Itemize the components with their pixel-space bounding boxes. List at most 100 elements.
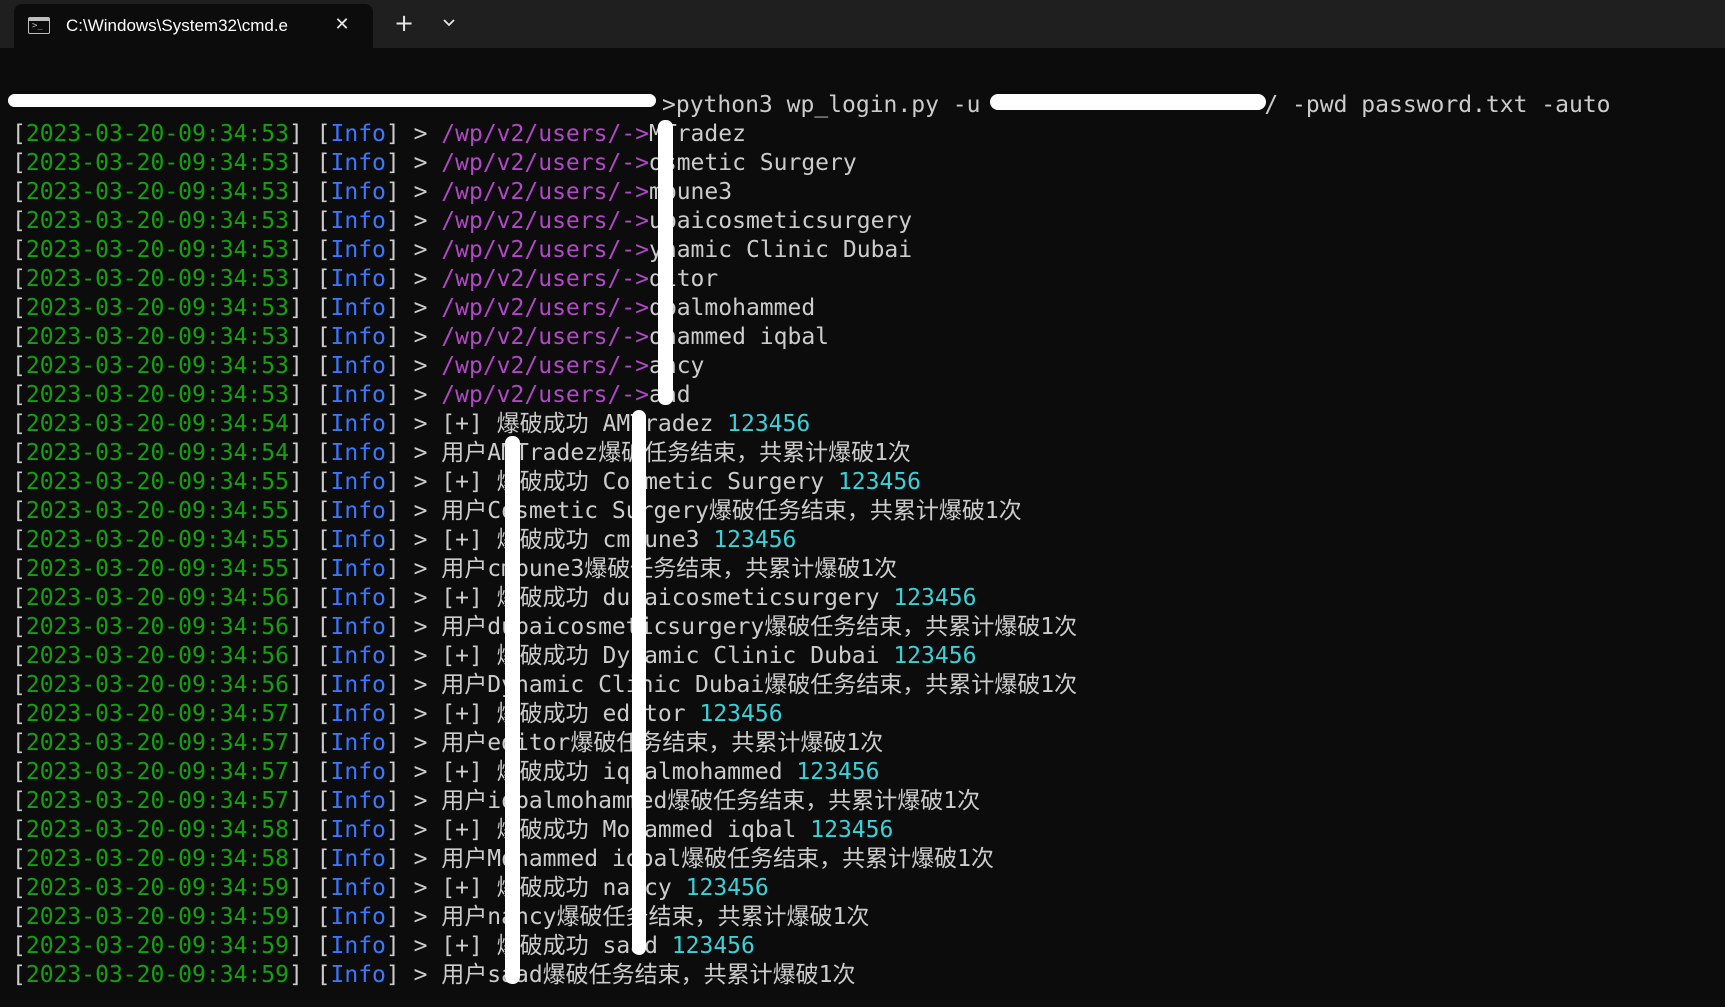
bracket: ] > — [385, 469, 442, 495]
bracket: ] > — [385, 179, 442, 205]
bracket: ] [ — [288, 527, 331, 553]
log-timestamp: 2023-03-20-09:34:58 — [25, 817, 289, 843]
bracket: ] > — [385, 904, 442, 930]
bracket: ] > — [385, 237, 442, 263]
log-line: [2023-03-20-09:34:57] [Info] > [+] 爆破成功 … — [12, 758, 880, 787]
bracket: ] > — [385, 585, 442, 611]
log-timestamp: 2023-03-20-09:34:53 — [25, 121, 289, 147]
bracket: ] [ — [288, 788, 331, 814]
bracket: ] [ — [288, 875, 331, 901]
close-icon[interactable]: ✕ — [331, 14, 353, 36]
log-level: Info — [330, 904, 386, 930]
log-timestamp: 2023-03-20-09:34:59 — [25, 875, 289, 901]
log-path: /wp/v2/users/-> — [441, 179, 650, 205]
bracket: ] [ — [288, 266, 331, 292]
log-level: Info — [330, 788, 386, 814]
bracket: ] [ — [288, 498, 331, 524]
bracket: [ — [12, 904, 26, 930]
bracket: [ — [12, 382, 26, 408]
log-timestamp: 2023-03-20-09:34:55 — [25, 556, 289, 582]
log-password: 123456 — [685, 875, 769, 901]
log-level: Info — [330, 643, 386, 669]
bracket: ] [ — [288, 817, 331, 843]
log-password: 123456 — [713, 527, 797, 553]
log-path: /wp/v2/users/-> — [441, 150, 650, 176]
log-level: Info — [330, 411, 386, 437]
bracket: ] > — [385, 382, 442, 408]
log-message: 用户iqbalmohammed爆破任务结束，共累计爆破1次 — [441, 788, 981, 814]
log-timestamp: 2023-03-20-09:34:53 — [25, 324, 289, 350]
log-level: Info — [330, 295, 386, 321]
log-message: 用户Mohammed iqbal爆破任务结束，共累计爆破1次 — [441, 846, 995, 872]
bracket: ] [ — [288, 353, 331, 379]
bracket: ] > — [385, 643, 442, 669]
log-path: /wp/v2/users/-> — [441, 324, 650, 350]
log-level: Info — [330, 962, 386, 988]
log-line: [2023-03-20-09:34:53] [Info] > /wp/v2/us… — [12, 120, 746, 149]
bracket: [ — [12, 759, 26, 785]
log-timestamp: 2023-03-20-09:34:56 — [25, 614, 289, 640]
log-line: [2023-03-20-09:34:56] [Info] > [+] 爆破成功 … — [12, 584, 976, 613]
log-line: [2023-03-20-09:34:59] [Info] > 用户nancy爆破… — [12, 903, 869, 932]
log-timestamp: 2023-03-20-09:34:53 — [25, 266, 289, 292]
bracket: ] > — [385, 121, 442, 147]
bracket: ] [ — [288, 672, 331, 698]
log-timestamp: 2023-03-20-09:34:59 — [25, 933, 289, 959]
chevron-down-icon[interactable] — [436, 10, 462, 36]
bracket: ] > — [385, 295, 442, 321]
bracket: [ — [12, 701, 26, 727]
log-message: ohammed iqbal — [649, 324, 830, 350]
bracket: ] [ — [288, 295, 331, 321]
log-path: /wp/v2/users/-> — [441, 382, 650, 408]
bracket: [ — [12, 411, 26, 437]
log-line: [2023-03-20-09:34:58] [Info] > 用户Mohamme… — [12, 845, 994, 874]
bracket: ] [ — [288, 759, 331, 785]
log-level: Info — [330, 759, 386, 785]
bracket: [ — [12, 527, 26, 553]
log-timestamp: 2023-03-20-09:34:55 — [25, 498, 289, 524]
bracket: ] > — [385, 556, 442, 582]
log-line: [2023-03-20-09:34:54] [Info] > 用户AMTrade… — [12, 439, 911, 468]
log-line: [2023-03-20-09:34:53] [Info] > /wp/v2/us… — [12, 236, 912, 265]
bracket: ] > — [385, 817, 442, 843]
log-level: Info — [330, 208, 386, 234]
log-timestamp: 2023-03-20-09:34:53 — [25, 295, 289, 321]
bracket: ] > — [385, 498, 442, 524]
log-level: Info — [330, 817, 386, 843]
log-timestamp: 2023-03-20-09:34:56 — [25, 585, 289, 611]
bracket: ] [ — [288, 411, 331, 437]
bracket: ] [ — [288, 701, 331, 727]
log-path: /wp/v2/users/-> — [441, 295, 650, 321]
log-level: Info — [330, 121, 386, 147]
bracket: ] [ — [288, 382, 331, 408]
log-level: Info — [330, 469, 386, 495]
bracket: [ — [12, 179, 26, 205]
bracket: ] [ — [288, 150, 331, 176]
command-part1: >python3 wp_login.py -u — [662, 92, 995, 118]
log-password: 123456 — [671, 933, 755, 959]
log-line: [2023-03-20-09:34:57] [Info] > 用户editor爆… — [12, 729, 883, 758]
log-line: [2023-03-20-09:34:57] [Info] > 用户iqbalmo… — [12, 787, 980, 816]
bracket: ] [ — [288, 933, 331, 959]
log-message: qbalmohammed — [649, 295, 816, 321]
log-password: 123456 — [727, 411, 811, 437]
log-message: osmetic Surgery — [649, 150, 857, 176]
bracket: ] [ — [288, 469, 331, 495]
plus-icon[interactable]: + — [391, 10, 417, 36]
log-level: Info — [330, 266, 386, 292]
log-path: /wp/v2/users/-> — [441, 266, 650, 292]
terminal-output[interactable]: >python3 wp_login.py -u / -pwd password.… — [0, 48, 1725, 1007]
log-path: /wp/v2/users/-> — [441, 121, 650, 147]
tab-cmd[interactable]: >_ C:\Windows\System32\cmd.e ✕ — [14, 4, 373, 48]
bracket: ] [ — [288, 324, 331, 350]
log-line: [2023-03-20-09:34:55] [Info] > [+] 爆破成功 … — [12, 526, 796, 555]
log-timestamp: 2023-03-20-09:34:57 — [25, 701, 289, 727]
bracket: [ — [12, 730, 26, 756]
bracket: ] > — [385, 208, 442, 234]
log-timestamp: 2023-03-20-09:34:53 — [25, 353, 289, 379]
log-level: Info — [330, 701, 386, 727]
bracket: [ — [12, 266, 26, 292]
bracket: ] > — [385, 614, 442, 640]
log-password: 123456 — [796, 759, 880, 785]
tab-title: C:\Windows\System32\cmd.e — [66, 16, 289, 35]
